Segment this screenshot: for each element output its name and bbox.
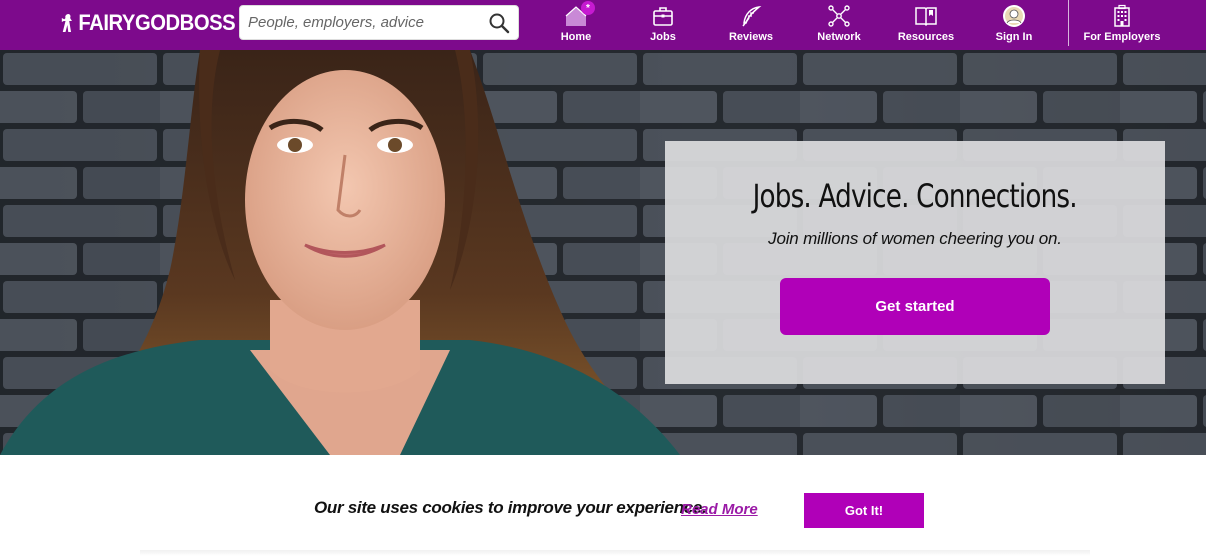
woman-portrait-image (0, 50, 680, 455)
nav-resources-label: Resources (897, 31, 955, 43)
nav-network-label: Network (817, 31, 861, 43)
search-icon[interactable] (488, 12, 510, 34)
home-notification-badge: * (581, 1, 595, 15)
feather-icon (742, 5, 762, 27)
nav-reviews[interactable]: Reviews (706, 0, 796, 50)
search-box (239, 5, 519, 40)
got-it-button[interactable]: Got It! (804, 493, 924, 528)
get-started-button[interactable]: Get started (780, 278, 1050, 335)
site-logo[interactable]: FAIRYGODBOSS (60, 9, 236, 37)
avatar-icon (1003, 5, 1025, 27)
cookie-message: Our site uses cookies to improve your ex… (314, 498, 707, 517)
hero-card: Jobs. Advice. Connections. Join millions… (665, 141, 1165, 384)
book-icon (915, 7, 937, 27)
nav-jobs[interactable]: Jobs (618, 0, 708, 50)
cookie-banner-shadow (140, 550, 1090, 556)
nav-home-label: Home (560, 31, 592, 43)
top-navigation-bar: FAIRYGODBOSS * Home Jobs (0, 0, 1206, 50)
network-icon (828, 5, 850, 27)
briefcase-icon (653, 7, 673, 26)
hero-section: Jobs. Advice. Connections. Join millions… (0, 50, 1206, 455)
hero-subtitle: Join millions of women cheering you on. (768, 229, 1062, 248)
hero-title: Jobs. Advice. Connections. (752, 177, 1078, 215)
nav-divider (1068, 0, 1069, 46)
nav-reviews-label: Reviews (728, 31, 774, 43)
read-more-link[interactable]: Read More (681, 501, 758, 518)
nav-for-employers[interactable]: For Employers (1077, 0, 1167, 50)
nav-sign-in-label: Sign In (995, 31, 1033, 43)
nav-network[interactable]: Network (794, 0, 884, 50)
nav-jobs-label: Jobs (650, 31, 676, 43)
nav-for-employers-label: For Employers (1083, 31, 1161, 43)
nav-sign-in[interactable]: Sign In (969, 0, 1059, 50)
nav-resources[interactable]: Resources (881, 0, 971, 50)
nav-home[interactable]: * Home (531, 0, 621, 50)
building-icon (1114, 4, 1130, 27)
logo-text: FAIRYGODBOSS (78, 10, 236, 35)
cookie-banner: Our site uses cookies to improve your ex… (0, 455, 1206, 556)
search-input[interactable] (248, 6, 478, 39)
fairy-logo-icon (61, 14, 72, 32)
